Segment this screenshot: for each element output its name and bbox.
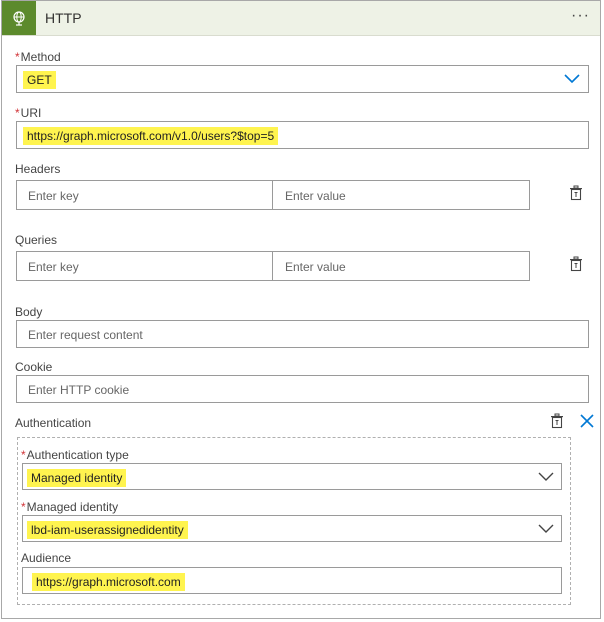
- cookie-label: Cookie: [15, 360, 53, 374]
- chevron-down-icon: [564, 74, 580, 84]
- headers-key-input[interactable]: Enter key: [16, 180, 273, 210]
- managed-identity-dropdown[interactable]: lbd-iam-userassignedidentity: [22, 515, 562, 542]
- body-input[interactable]: Enter request content: [16, 320, 589, 348]
- queries-value-input[interactable]: Enter value: [272, 251, 530, 281]
- globe-icon: [2, 1, 36, 35]
- body-label: Body: [15, 305, 43, 319]
- managed-identity-label: *Managed identity: [21, 500, 119, 514]
- more-options-icon[interactable]: ···: [571, 7, 590, 25]
- authentication-delete-icon[interactable]: [549, 413, 565, 429]
- method-label: *Method: [15, 50, 61, 64]
- uri-value: https://graph.microsoft.com/v1.0/users?$…: [23, 127, 279, 145]
- authentication-type-dropdown[interactable]: Managed identity: [22, 463, 562, 490]
- cookie-input[interactable]: Enter HTTP cookie: [16, 375, 589, 403]
- uri-input[interactable]: https://graph.microsoft.com/v1.0/users?$…: [16, 121, 589, 149]
- card-header[interactable]: HTTP ···: [2, 1, 600, 36]
- uri-label: *URI: [15, 106, 42, 120]
- authentication-label: Authentication: [15, 416, 92, 430]
- method-value: GET: [23, 71, 56, 89]
- audience-value: https://graph.microsoft.com: [32, 573, 185, 591]
- http-action-card: HTTP ··· *Method GET *URI https://graph.…: [1, 0, 601, 619]
- audience-input[interactable]: https://graph.microsoft.com: [22, 567, 562, 594]
- authentication-type-label: *Authentication type: [21, 448, 129, 462]
- chevron-down-icon: [538, 524, 554, 533]
- queries-label: Queries: [15, 233, 58, 247]
- authentication-type-value: Managed identity: [27, 469, 127, 487]
- headers-delete-icon[interactable]: [568, 185, 584, 201]
- card-title: HTTP: [45, 10, 82, 26]
- queries-delete-icon[interactable]: [568, 256, 584, 272]
- managed-identity-value: lbd-iam-userassignedidentity: [27, 521, 188, 539]
- headers-value-input[interactable]: Enter value: [272, 180, 530, 210]
- audience-label: Audience: [21, 551, 72, 565]
- chevron-down-icon: [538, 472, 554, 481]
- headers-label: Headers: [15, 162, 61, 176]
- close-icon[interactable]: [580, 414, 594, 428]
- method-dropdown[interactable]: GET: [16, 65, 589, 93]
- queries-key-input[interactable]: Enter key: [16, 251, 273, 281]
